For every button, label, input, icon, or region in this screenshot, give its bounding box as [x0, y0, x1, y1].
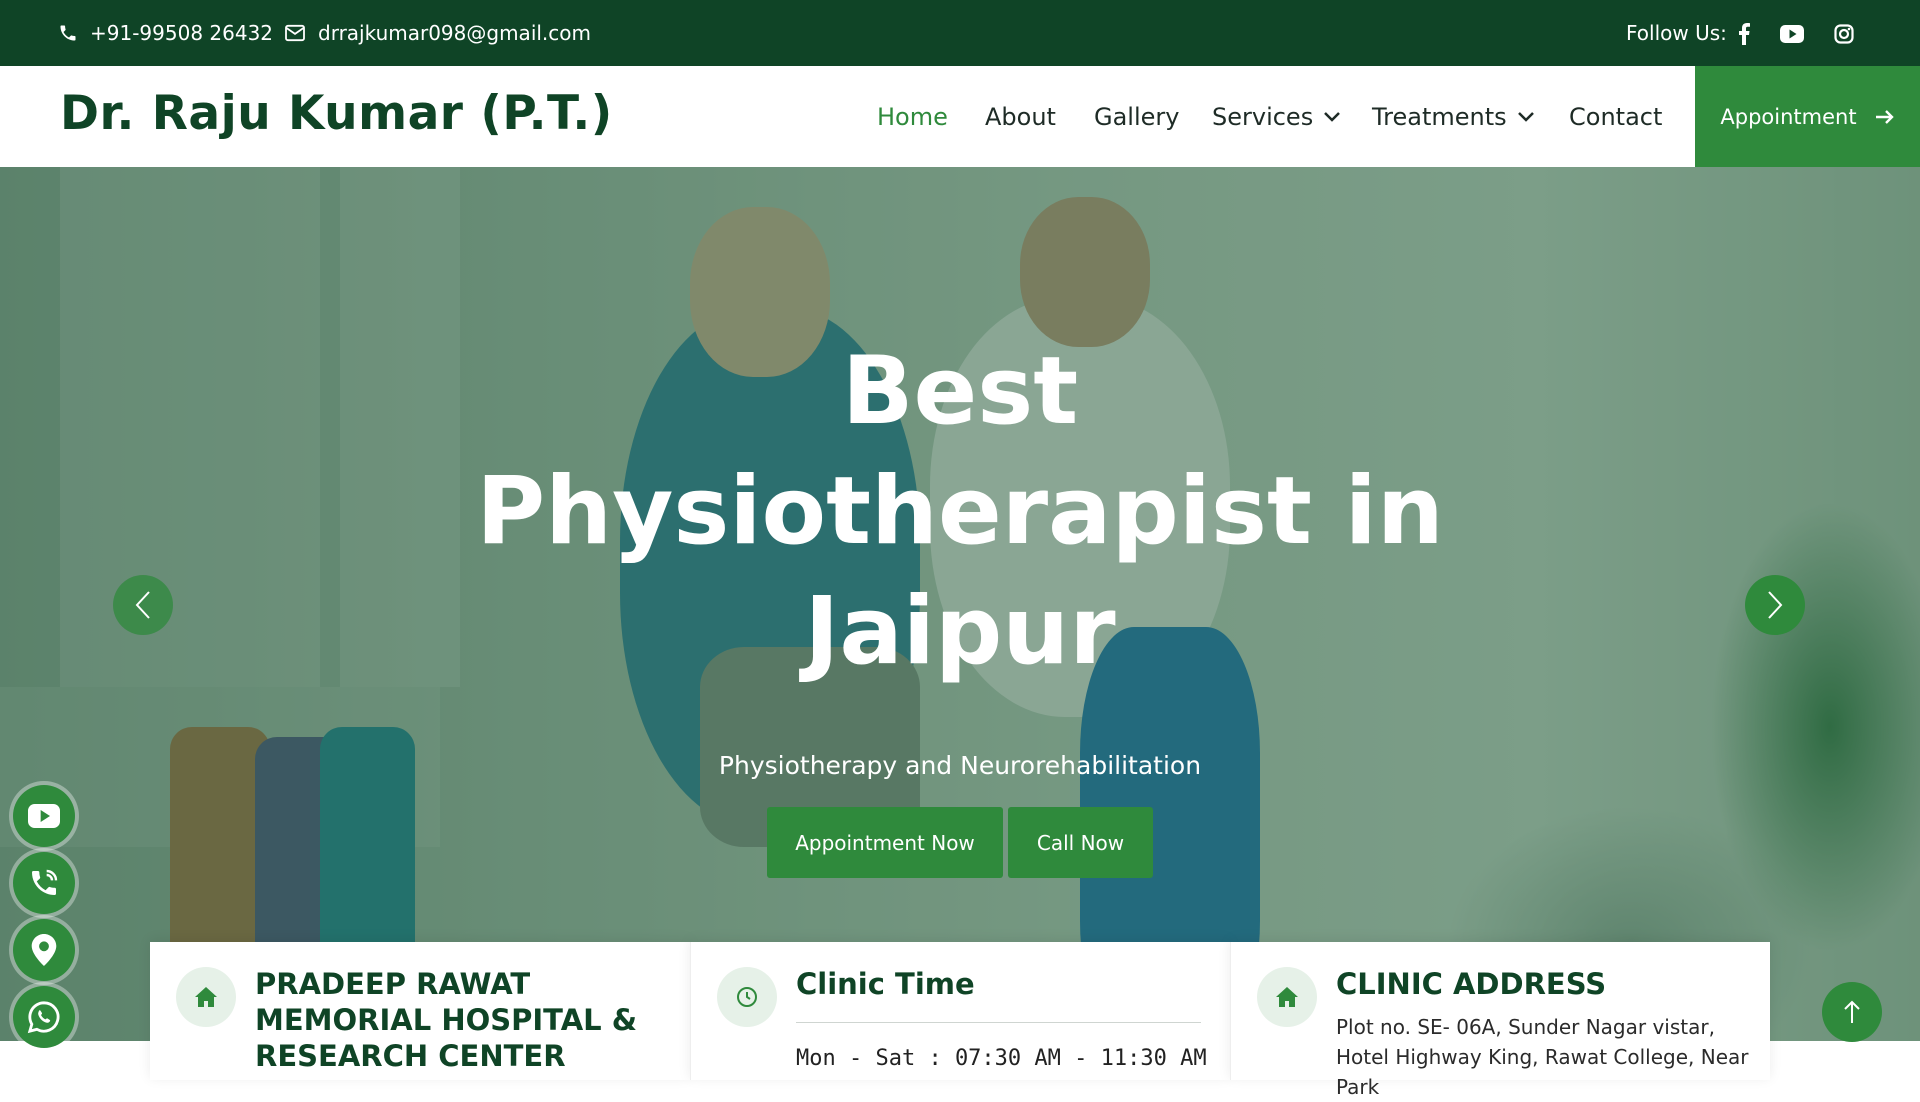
call-float-button[interactable]	[13, 852, 75, 914]
chevron-left-icon	[135, 591, 150, 619]
divider	[796, 1022, 1201, 1023]
hospital-card: PRADEEP RAWAT MEMORIAL HOSPITAL & RESEAR…	[150, 942, 690, 1080]
clinic-address-card: CLINIC ADDRESS Plot no. SE- 06A, Sunder …	[1230, 942, 1770, 1099]
back-to-top-button[interactable]	[1822, 982, 1882, 1042]
envelope-icon	[285, 24, 305, 42]
youtube-icon[interactable]	[1778, 20, 1806, 48]
slider-next-button[interactable]	[1745, 575, 1805, 635]
hero-subtitle: Physiotherapy and Neurorehabilitation	[718, 751, 1202, 780]
chevron-down-icon	[1517, 111, 1534, 122]
email-contact[interactable]: drrajkumar098@gmail.com	[284, 0, 591, 66]
location-icon	[31, 934, 57, 966]
follow-us-label: Follow Us:	[1626, 21, 1727, 45]
clock-icon	[737, 987, 757, 1007]
instagram-icon[interactable]	[1830, 20, 1858, 48]
facebook-icon[interactable]	[1730, 20, 1758, 48]
whatsapp-float-button[interactable]	[13, 986, 75, 1048]
whatsapp-icon	[27, 1001, 60, 1034]
arrow-up-icon	[1844, 1000, 1860, 1023]
nav-services-label: Services	[1212, 102, 1314, 131]
clinic-hours: Mon - Sat : 07:30 AM - 11:30 AM	[796, 1046, 1207, 1071]
site-brand[interactable]: Dr. Raju Kumar (P.T.)	[60, 86, 613, 141]
appointment-now-button[interactable]: Appointment Now	[767, 807, 1003, 878]
clinic-time-title: Clinic Time	[796, 967, 975, 1001]
nav-treatments-label: Treatments	[1372, 102, 1507, 131]
home-icon	[195, 987, 217, 1007]
arrow-right-icon	[1875, 109, 1894, 124]
card-icon-wrap	[176, 967, 236, 1027]
chevron-down-icon	[1324, 111, 1341, 122]
nav-home[interactable]: Home	[877, 66, 948, 167]
card-icon-wrap	[717, 967, 777, 1027]
hero-slider: Best Physiotherapist in Jaipur Physiothe…	[0, 167, 1920, 1041]
youtube-icon	[28, 804, 60, 828]
top-contact-bar: +91-99508 26432 drrajkumar098@gmail.com …	[0, 0, 1920, 66]
call-now-button[interactable]: Call Now	[1008, 807, 1153, 878]
nav-gallery[interactable]: Gallery	[1094, 66, 1179, 167]
chevron-right-icon	[1768, 591, 1783, 619]
phone-contact[interactable]: +91-99508 26432	[58, 0, 273, 66]
phone-icon	[60, 25, 76, 41]
nav-services[interactable]: Services	[1212, 66, 1341, 167]
clinic-address-text: Plot no. SE- 06A, Sunder Nagar vistar, H…	[1336, 1015, 1749, 1099]
hero-title: Best Physiotherapist in Jaipur	[460, 332, 1460, 692]
main-navbar: Dr. Raju Kumar (P.T.) Home About Gallery…	[0, 66, 1920, 167]
hero-title-line: Physiotherapist in	[476, 457, 1444, 566]
hero-title-line: Jaipur	[804, 577, 1116, 686]
nav-contact[interactable]: Contact	[1569, 66, 1662, 167]
nav-treatments[interactable]: Treatments	[1372, 66, 1535, 167]
phone-icon	[32, 869, 58, 895]
hospital-title: PRADEEP RAWAT MEMORIAL HOSPITAL & RESEAR…	[255, 967, 638, 1073]
location-float-button[interactable]	[13, 919, 75, 981]
appointment-label: Appointment	[1720, 104, 1857, 129]
card-icon-wrap	[1257, 967, 1317, 1027]
appointment-button[interactable]: Appointment	[1695, 66, 1920, 167]
clinic-address-title: CLINIC ADDRESS	[1336, 967, 1607, 1001]
slider-prev-button[interactable]	[113, 575, 173, 635]
home-icon	[1276, 987, 1298, 1007]
hero-title-line: Best	[841, 337, 1079, 446]
nav-about[interactable]: About	[985, 66, 1056, 167]
youtube-float-button[interactable]	[13, 785, 75, 847]
clinic-time-card: Clinic Time Mon - Sat : 07:30 AM - 11:30…	[690, 942, 1230, 1080]
email-address: drrajkumar098@gmail.com	[318, 21, 591, 45]
phone-number: +91-99508 26432	[90, 21, 274, 45]
